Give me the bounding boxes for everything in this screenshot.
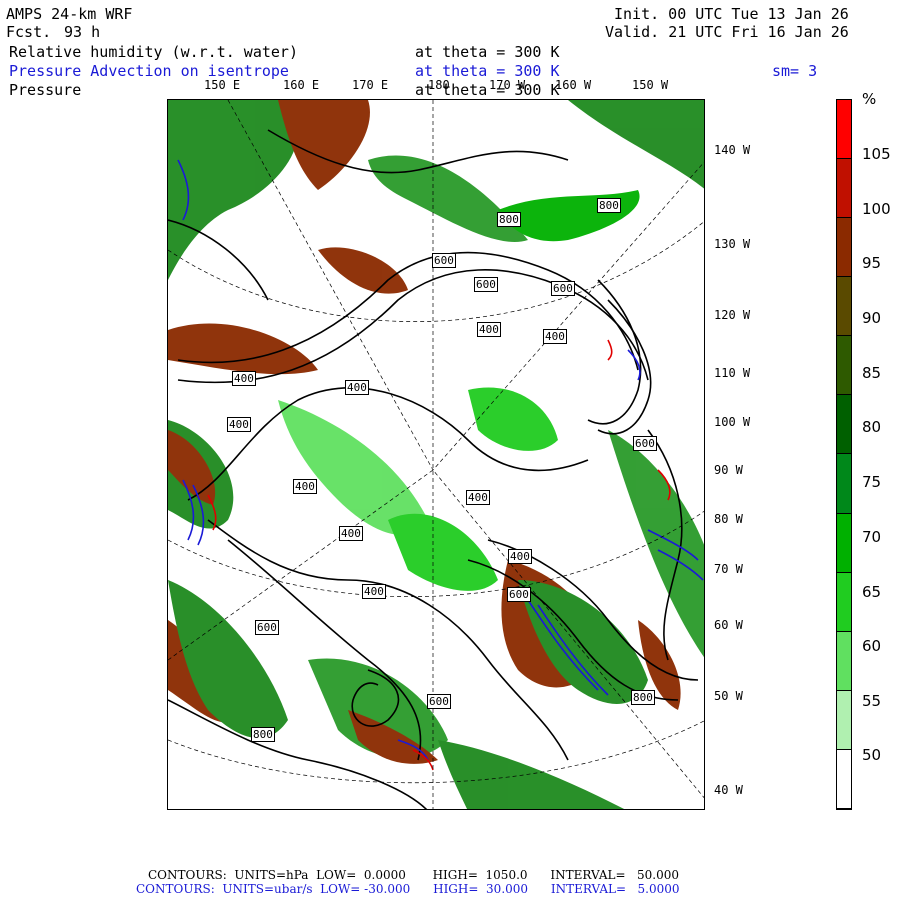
lat-label: 100 W	[714, 415, 751, 429]
colorbar-unit: %	[862, 90, 877, 108]
footer-advection-contours: CONTOURS: UNITS=ubar/s LOW= -30.000 HIGH…	[136, 882, 680, 896]
contour-label: 400	[543, 329, 567, 344]
colorbar-label: 55	[862, 692, 882, 710]
colorbar-segment	[837, 336, 851, 396]
lat-label: 90 W	[714, 463, 743, 477]
valid-time: Valid. 21 UTC Fri 16 Jan 26	[605, 23, 849, 41]
lat-label: 70 W	[714, 562, 743, 576]
colorbar-label: 80	[862, 418, 882, 436]
colorbar-segment	[837, 572, 851, 632]
lon-label: 160 W	[555, 78, 592, 92]
lat-label: 40 W	[714, 783, 743, 797]
contour-label: 600	[507, 587, 531, 602]
lon-label: 150 E	[204, 78, 241, 92]
colorbar-segment	[837, 218, 851, 278]
field-rh-name: Relative humidity (w.r.t. water)	[9, 43, 298, 61]
contour-label: 400	[362, 584, 386, 599]
lat-label: 110 W	[714, 366, 751, 380]
field-advection-name: Pressure Advection on isentrope	[9, 62, 289, 80]
lat-label: 50 W	[714, 689, 743, 703]
contour-label: 800	[251, 727, 275, 742]
lon-label: 160 E	[283, 78, 320, 92]
lon-label: 180	[428, 78, 450, 92]
colorbar-segment	[837, 690, 851, 750]
init-time: Init. 00 UTC Tue 13 Jan 26	[614, 5, 849, 23]
colorbar-segment	[837, 749, 851, 809]
colorbar-label: 90	[862, 309, 882, 327]
lon-label: 170 E	[352, 78, 389, 92]
contour-label: 400	[508, 549, 532, 564]
colorbar-label: 60	[862, 637, 882, 655]
forecast-label: Fcst.	[6, 23, 52, 41]
contour-label: 400	[339, 526, 363, 541]
colorbar-label: 65	[862, 583, 882, 601]
contour-label: 600	[474, 277, 498, 292]
colorbar-label: 70	[862, 528, 882, 546]
contour-label: 800	[597, 198, 621, 213]
colorbar-label: 105	[862, 145, 891, 163]
contour-label: 400	[232, 371, 256, 386]
lat-label: 130 W	[714, 237, 751, 251]
footer-pressure-contours: CONTOURS: UNITS=hPa LOW= 0.0000 HIGH= 10…	[148, 868, 679, 882]
colorbar-segment	[837, 277, 851, 337]
contour-label: 600	[633, 436, 657, 451]
contour-label: 800	[631, 690, 655, 705]
colorbar-label: 75	[862, 473, 882, 491]
contour-label: 400	[345, 380, 369, 395]
lat-label: 60 W	[714, 618, 743, 632]
field-pressure-name: Pressure	[9, 81, 82, 99]
field-rh-level: at theta = 300 K	[415, 43, 560, 61]
contour-label: 800	[497, 212, 521, 227]
lat-label: 140 W	[714, 143, 751, 157]
colorbar-segment	[837, 513, 851, 573]
colorbar-label: 95	[862, 254, 882, 272]
colorbar-label: 100	[862, 200, 891, 218]
colorbar-segment	[837, 395, 851, 455]
lon-label: 170 W	[489, 78, 526, 92]
contour-label: 600	[432, 253, 456, 268]
contour-label: 400	[293, 479, 317, 494]
colorbar-label: 85	[862, 364, 882, 382]
contour-label: 600	[427, 694, 451, 709]
colorbar	[836, 99, 852, 810]
model-title: AMPS 24-km WRF	[6, 5, 133, 23]
colorbar-segment	[837, 631, 851, 691]
contour-label: 600	[255, 620, 279, 635]
contour-label: 400	[477, 322, 501, 337]
colorbar-segment	[837, 159, 851, 219]
colorbar-label: 50	[862, 746, 882, 764]
forecast-hour: 93 h	[64, 23, 101, 41]
lat-label: 80 W	[714, 512, 743, 526]
contour-label: 400	[227, 417, 251, 432]
lon-label: 150 W	[632, 78, 669, 92]
colorbar-segment	[837, 454, 851, 514]
contour-label: 600	[551, 281, 575, 296]
lat-label: 120 W	[714, 308, 751, 322]
contour-label: 400	[466, 490, 490, 505]
smoothing-label: sm= 3	[772, 62, 818, 80]
colorbar-segment	[837, 100, 851, 160]
